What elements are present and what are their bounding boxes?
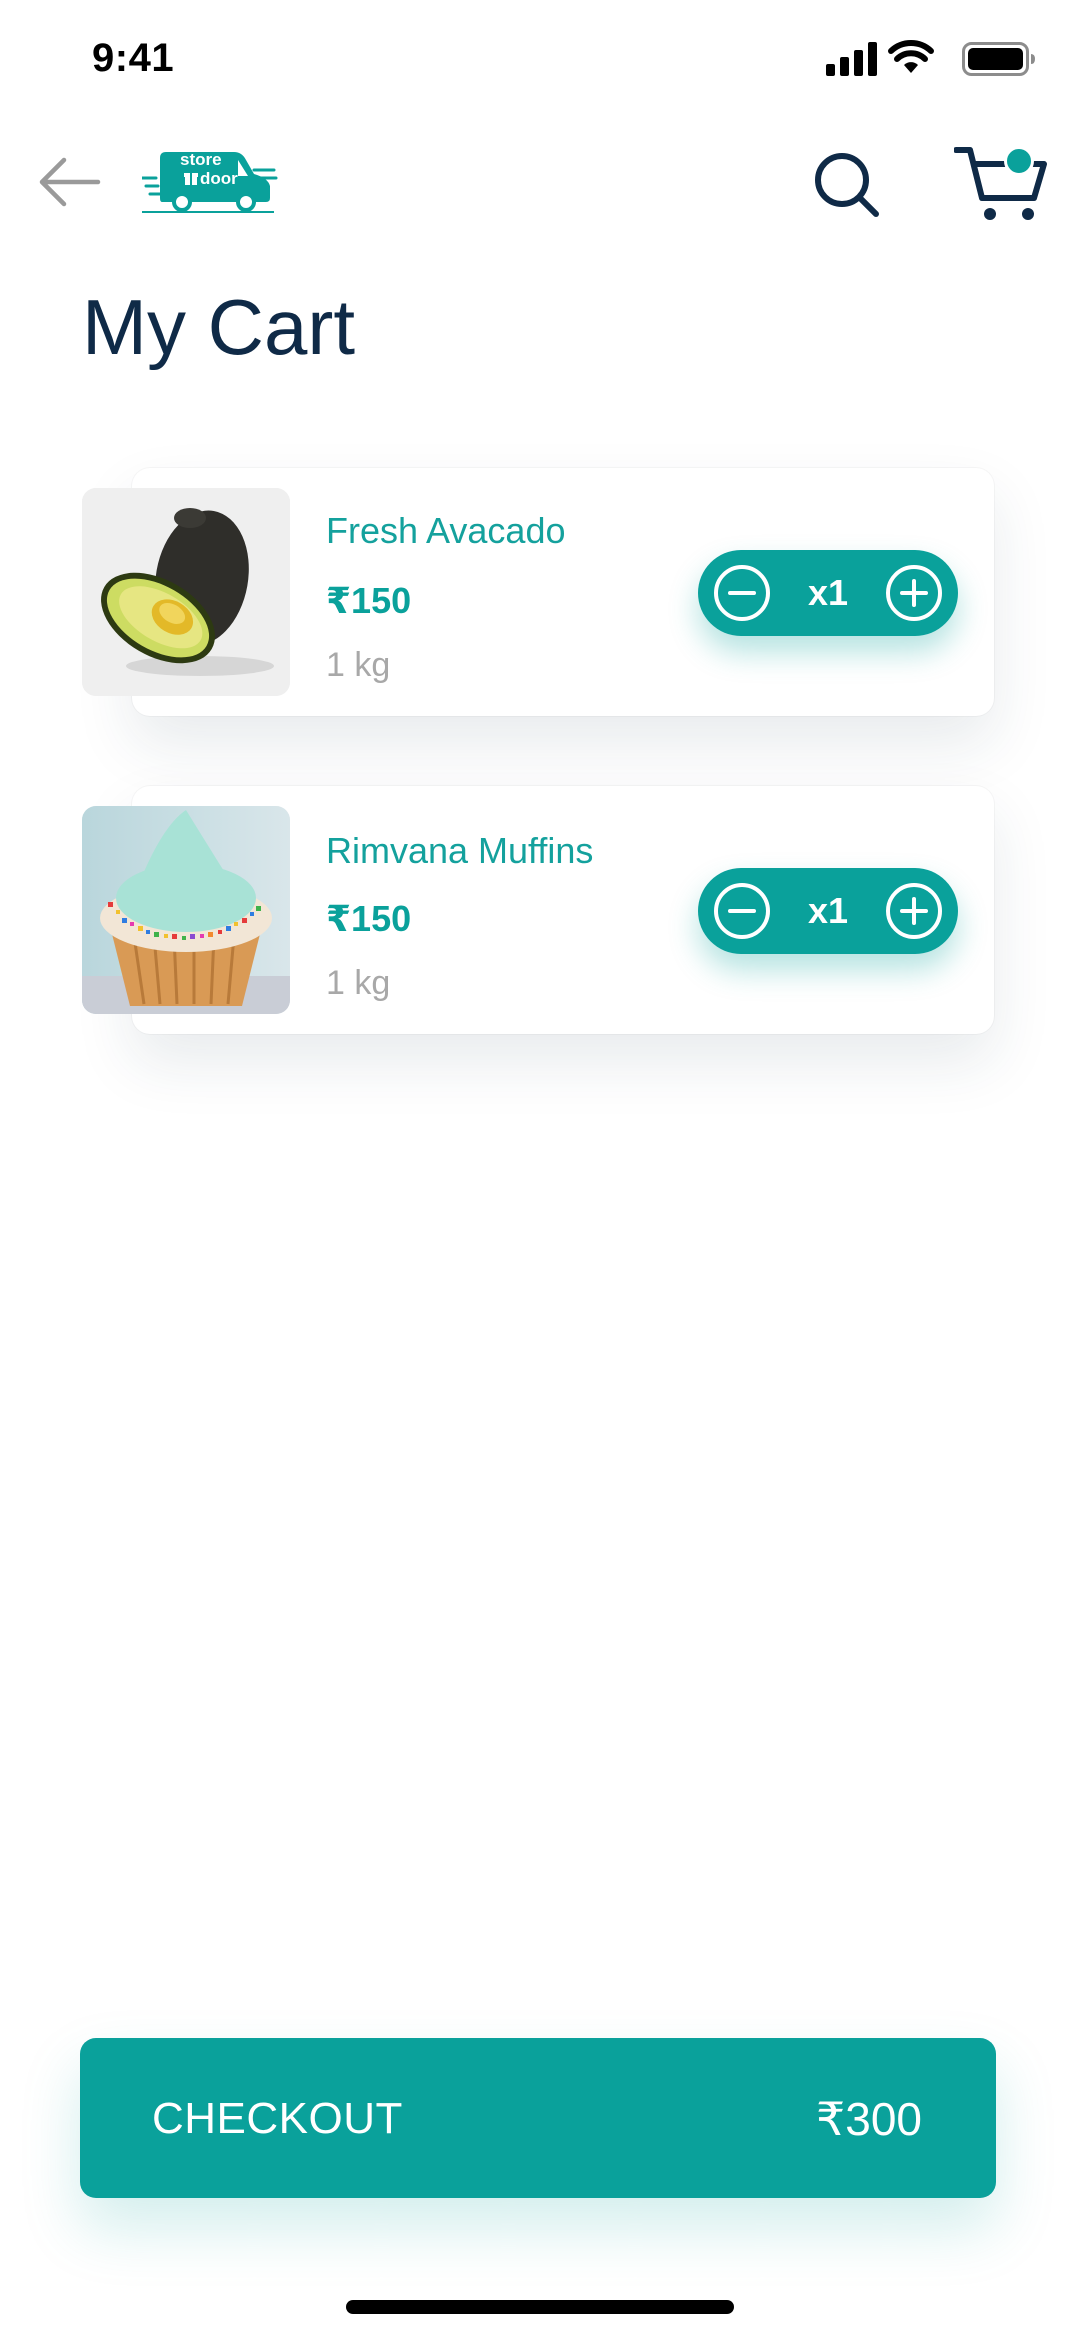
back-arrow-icon[interactable] — [36, 152, 102, 212]
store-door-logo[interactable]: store door — [140, 148, 278, 214]
checkout-button[interactable]: CHECKOUT ₹300 — [80, 2038, 996, 2198]
increase-quantity-button[interactable] — [884, 881, 944, 941]
item-name[interactable]: Rimvana Muffins — [326, 830, 593, 872]
item-price: ₹150 — [326, 898, 412, 939]
cart-icon[interactable] — [954, 142, 1048, 224]
status-time: 9:41 — [92, 36, 175, 80]
search-icon[interactable] — [808, 146, 884, 222]
item-unit: 1 kg — [326, 646, 391, 684]
item-unit: 1 kg — [326, 964, 391, 1002]
logo-text-store: store — [180, 150, 222, 169]
logo-gift-icon — [184, 173, 198, 185]
item-price: ₹150 — [326, 580, 412, 621]
cart-badge — [1004, 146, 1034, 176]
wifi-icon — [888, 40, 934, 73]
home-indicator[interactable] — [346, 2300, 734, 2314]
battery-icon — [962, 42, 1035, 76]
product-image-avocado[interactable] — [82, 488, 290, 696]
product-image-cupcake[interactable] — [82, 806, 290, 1014]
logo-text-door: door — [200, 169, 238, 188]
quantity-stepper: x1 — [698, 550, 958, 636]
quantity-stepper: x1 — [698, 868, 958, 954]
checkout-total: ₹300 — [815, 2093, 922, 2145]
page-title: My Cart — [82, 283, 355, 371]
item-name[interactable]: Fresh Avacado — [326, 510, 565, 552]
cellular-signal-icon — [826, 42, 877, 76]
checkout-label: CHECKOUT — [152, 2094, 403, 2143]
increase-quantity-button[interactable] — [884, 563, 944, 623]
